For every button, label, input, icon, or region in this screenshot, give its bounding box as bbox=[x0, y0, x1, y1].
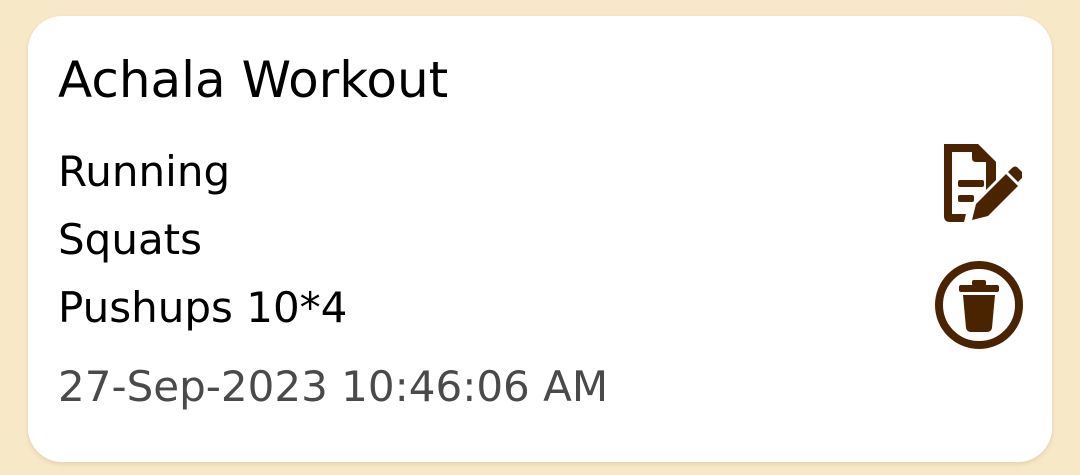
exercise-item: Pushups 10*4 bbox=[58, 283, 348, 332]
edit-document-icon bbox=[944, 144, 1022, 222]
workout-list-screen: Achala Workout Running Squats Pushups 10… bbox=[0, 0, 1080, 475]
exercise-list: Running Squats Pushups 10*4 bbox=[58, 138, 347, 342]
exercise-item: Squats bbox=[58, 215, 203, 264]
delete-button[interactable] bbox=[932, 258, 1026, 352]
workout-timestamp: 27-Sep-2023 10:46:06 AM bbox=[58, 362, 609, 411]
workout-title: Achala Workout bbox=[58, 51, 449, 109]
workout-card[interactable]: Achala Workout Running Squats Pushups 10… bbox=[28, 16, 1052, 462]
trash-circle-icon bbox=[935, 261, 1023, 349]
edit-button[interactable] bbox=[936, 140, 1022, 226]
exercise-item: Running bbox=[58, 147, 231, 196]
